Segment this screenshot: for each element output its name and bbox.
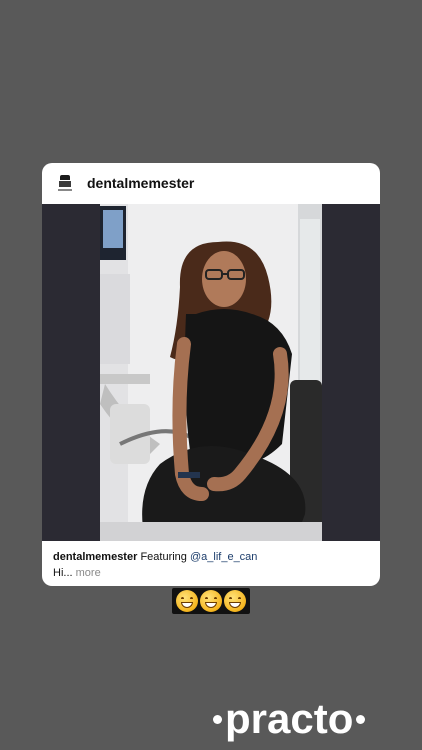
post-media[interactable] [42,204,380,541]
avatar-face-shape [59,181,71,187]
caption-username[interactable]: dentalmemester [53,551,137,563]
brand-watermark: practo [210,694,420,744]
brand-name: practo [225,695,354,742]
post-username[interactable]: dentalmemester [87,175,194,191]
grinning-face-icon [200,590,222,612]
caption-mention-link[interactable]: @a_lif_e_can [190,551,257,563]
avatar[interactable] [53,171,77,195]
brand-dot-left-icon [213,714,222,724]
caption-prefix: Featuring [140,551,187,563]
post-header: dentalmemester [42,163,380,204]
avatar-line-shape [58,189,72,191]
post-caption: dentalmemester Featuring @a_lif_e_can Hi… [53,549,373,581]
avatar-hat-shape [60,175,70,180]
emoji-sticker[interactable] [172,588,250,614]
post-card[interactable]: dentalmemester dentalmemester Featuring … [42,163,380,586]
grinning-face-icon [176,590,198,612]
grinning-face-icon [224,590,246,612]
post-photo [100,204,322,541]
brand-dot-right-icon [356,714,366,724]
caption-more-link[interactable]: more [76,567,101,579]
caption-text: Hi... [53,567,73,579]
